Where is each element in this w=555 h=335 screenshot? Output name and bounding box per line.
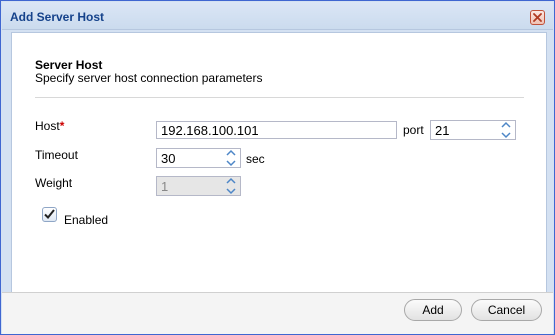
port-label: port [403, 123, 424, 137]
close-icon [533, 13, 542, 22]
dialog-title: Add Server Host [10, 10, 105, 24]
weight-spinner [223, 176, 239, 196]
add-server-host-dialog: Add Server Host Server Host Specify serv… [0, 0, 555, 335]
dialog-body: Server Host Specify server host connecti… [11, 32, 547, 292]
enabled-checkbox[interactable] [42, 207, 57, 222]
spinner-down-icon[interactable] [498, 130, 514, 140]
spinner-up-icon[interactable] [498, 120, 514, 130]
enabled-label: Enabled [64, 213, 109, 227]
required-marker: * [59, 119, 65, 133]
host-label: Host* [35, 119, 64, 133]
cancel-button[interactable]: Cancel [471, 299, 542, 321]
section-subtitle: Specify server host connection parameter… [35, 71, 263, 85]
timeout-label: Timeout [35, 148, 78, 162]
dialog-footer: Add Cancel [2, 292, 553, 334]
spinner-up-icon [226, 177, 236, 184]
port-spinner[interactable] [498, 120, 514, 140]
section-divider [35, 97, 524, 98]
section-title: Server Host [35, 58, 103, 72]
checkmark-icon [44, 209, 55, 219]
close-button[interactable] [530, 10, 545, 25]
dialog-titlebar[interactable]: Add Server Host [2, 2, 553, 30]
timeout-spinner[interactable] [223, 148, 239, 168]
host-label-text: Host [35, 119, 60, 133]
timeout-unit: sec [246, 152, 265, 166]
add-button[interactable]: Add [404, 299, 462, 321]
host-input[interactable] [156, 121, 397, 139]
spinner-down-icon [226, 188, 236, 195]
spinner-down-icon[interactable] [223, 158, 239, 168]
spinner-up-icon[interactable] [223, 148, 239, 158]
weight-label: Weight [35, 176, 73, 190]
